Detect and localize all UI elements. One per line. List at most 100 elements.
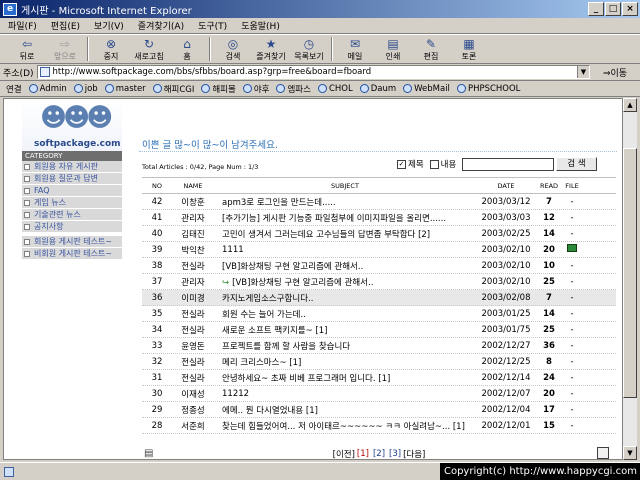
table-row[interactable]: 30 이재성 11212 2002/12/07 20 - bbox=[142, 386, 616, 402]
row-subject[interactable]: [VB]화상채팅 구현 알고리즘에 관해서.. bbox=[214, 260, 476, 272]
row-subject[interactable]: ↪ [VB]화상채팅 구현 알고리즘에 관해서.. bbox=[214, 276, 476, 288]
row-subject[interactable]: 회원 수는 늘어 가는데.. bbox=[214, 308, 476, 320]
go-button[interactable]: ⇒이동 bbox=[590, 66, 640, 79]
link-1[interactable]: job bbox=[73, 84, 98, 94]
row-subject[interactable]: 새로운 소프트 팩키지를~ [1] bbox=[214, 324, 476, 336]
category-item[interactable]: 공지사항 bbox=[22, 221, 122, 233]
table-row[interactable]: 42 이창훈 apm3로 로그인을 만드는데..... 2003/03/12 7 - bbox=[142, 194, 616, 210]
scroll-down-icon[interactable]: ▼ bbox=[623, 446, 637, 460]
discuss-button[interactable]: ▦ 토론 bbox=[450, 37, 488, 62]
row-name[interactable]: 정종성 bbox=[172, 404, 214, 416]
link-6[interactable]: 엠파스 bbox=[276, 83, 311, 95]
close-button[interactable]: × bbox=[622, 2, 638, 16]
file-attachment-icon[interactable] bbox=[567, 244, 577, 252]
minimize-button[interactable]: _ bbox=[588, 2, 604, 16]
edit-button[interactable]: ✎ 편집 bbox=[412, 37, 450, 62]
print-button[interactable]: ▤ 인쇄 bbox=[374, 37, 412, 62]
row-subject[interactable]: 1111 bbox=[214, 245, 476, 255]
row-subject[interactable]: [추가기능] 게시판 기능중 파일첨부에 이미지파일을 올리면...... bbox=[214, 212, 476, 224]
history-button[interactable]: ◷ 목록보기 bbox=[290, 37, 328, 62]
table-row[interactable]: 32 전실라 메리 크리스마스~ [1] 2002/12/25 8 - bbox=[142, 354, 616, 370]
row-name[interactable]: 전실라 bbox=[172, 260, 214, 272]
table-row[interactable]: 31 전실라 안녕하세요~ 초짜 비베 프로그래머 입니다. [1] 2002/12/… bbox=[142, 370, 616, 386]
category-item[interactable]: 회원용 게시판 테스트~ bbox=[22, 236, 122, 248]
row-name[interactable]: 이미경 bbox=[172, 292, 214, 304]
scroll-up-icon[interactable]: ▲ bbox=[623, 98, 637, 112]
forward-button[interactable]: ⇨ 앞으로 bbox=[46, 37, 84, 62]
address-dropdown-icon[interactable]: ▼ bbox=[577, 66, 589, 78]
menu-view[interactable]: 보기(V) bbox=[94, 19, 124, 32]
row-name[interactable]: 이창훈 bbox=[172, 196, 214, 208]
link-0[interactable]: Admin bbox=[28, 84, 67, 94]
vertical-scrollbar[interactable]: ▲ ▼ bbox=[623, 98, 637, 460]
mail-button[interactable]: ✉ 메일 bbox=[336, 37, 374, 62]
row-name[interactable]: 전실라 bbox=[172, 308, 214, 320]
category-item[interactable]: 회원용 질문과 답변 bbox=[22, 173, 122, 185]
category-item[interactable]: 기술관련 뉴스 bbox=[22, 209, 122, 221]
table-row[interactable]: 41 관리자 [추가기능] 게시판 기능중 파일첨부에 이미지파일을 올리면....… bbox=[142, 210, 616, 226]
favorites-button[interactable]: ★ 즐겨찾기 bbox=[252, 37, 290, 62]
table-row[interactable]: 35 전실라 회원 수는 늘어 가는데.. 2003/01/25 14 - bbox=[142, 306, 616, 322]
pager-prev[interactable]: [이전] bbox=[333, 448, 355, 459]
category-item[interactable]: FAQ bbox=[22, 185, 122, 197]
link-2[interactable]: master bbox=[104, 84, 146, 94]
refresh-button[interactable]: ↻ 새로고침 bbox=[130, 37, 168, 62]
link-5[interactable]: 야후 bbox=[242, 83, 269, 95]
pager-next[interactable]: [다음] bbox=[403, 448, 425, 459]
table-row[interactable]: 37 관리자 ↪ [VB]화상채팅 구현 알고리즘에 관해서.. 2003/02/10 2… bbox=[142, 274, 616, 290]
pager-page-3[interactable]: [3] bbox=[389, 449, 401, 459]
row-name[interactable]: 전실라 bbox=[172, 324, 214, 336]
back-button[interactable]: ⇦ 뒤로 bbox=[8, 37, 46, 62]
menu-tools[interactable]: 도구(T) bbox=[198, 19, 227, 32]
table-row[interactable]: 29 정종성 에메.. 뭔 다시열었내용 [1] 2002/12/04 17 - bbox=[142, 402, 616, 418]
row-subject[interactable]: 11212 bbox=[214, 389, 476, 399]
row-name[interactable]: 윤영돈 bbox=[172, 340, 214, 352]
table-row[interactable]: 40 김태진 고민이 생겨서 그러는데요 고수님들의 답변좀 부탁합다 [2] 200… bbox=[142, 226, 616, 242]
category-item[interactable]: 비회원 게시판 테스트~ bbox=[22, 248, 122, 260]
table-row[interactable]: 33 윤영돈 프로젝트를 함께 할 사람을 찾습니다 2002/12/27 36 - bbox=[142, 338, 616, 354]
search-button[interactable]: ◎ 검색 bbox=[214, 37, 252, 62]
site-logo[interactable]: ☻☻☻ softpackage.com bbox=[22, 99, 122, 151]
search-input[interactable] bbox=[462, 157, 555, 171]
link-4[interactable]: 해피몰 bbox=[201, 83, 236, 95]
row-subject[interactable]: 안녕하세요~ 초짜 비베 프로그래머 입니다. [1] bbox=[214, 372, 476, 384]
row-name[interactable]: 관리자 bbox=[172, 212, 214, 224]
row-name[interactable]: 이재성 bbox=[172, 388, 214, 400]
link-10[interactable]: PHPSCHOOL bbox=[456, 84, 520, 94]
maximize-button[interactable]: □ bbox=[605, 2, 621, 16]
row-name[interactable]: 관리자 bbox=[172, 276, 214, 288]
search-button[interactable]: 검 색 bbox=[556, 157, 597, 171]
table-row[interactable]: 28 서준희 찾는데 힘들었어여... 저 아이태르~~~~~~ ㅋㅋ 아실려남~.… bbox=[142, 418, 616, 434]
table-row[interactable]: 34 전실라 새로운 소프트 팩키지를~ [1] 2003/01/75 25 - bbox=[142, 322, 616, 338]
row-subject[interactable]: 고민이 생겨서 그러는데요 고수님들의 답변좀 부탁합다 [2] bbox=[214, 228, 476, 240]
home-button[interactable]: ⌂ 홈 bbox=[168, 37, 206, 62]
pager-page-1[interactable]: [1] bbox=[357, 449, 369, 459]
link-7[interactable]: CHOL bbox=[317, 84, 353, 94]
category-item[interactable]: 회원용 자유 게시판 bbox=[22, 161, 122, 173]
table-row[interactable]: 36 이미경 카지노게임소스구합니다.. 2003/02/08 7 - bbox=[142, 290, 616, 306]
table-row[interactable]: 39 박익찬 1111 2003/02/10 20 bbox=[142, 242, 616, 258]
row-subject[interactable]: 메리 크리스마스~ [1] bbox=[214, 356, 476, 368]
row-subject[interactable]: 에메.. 뭔 다시열었내용 [1] bbox=[214, 404, 476, 416]
link-9[interactable]: WebMail bbox=[403, 84, 450, 94]
link-3[interactable]: 해피CGI bbox=[152, 83, 194, 95]
row-name[interactable]: 전실라 bbox=[172, 372, 214, 384]
row-name[interactable]: 서준희 bbox=[172, 420, 214, 432]
row-name[interactable]: 김태진 bbox=[172, 228, 214, 240]
stop-button[interactable]: ⊗ 중지 bbox=[92, 37, 130, 62]
row-subject[interactable]: apm3로 로그인을 만드는데..... bbox=[214, 196, 476, 208]
pager-page-2[interactable]: [2] bbox=[373, 449, 385, 459]
row-name[interactable]: 전실라 bbox=[172, 356, 214, 368]
write-icon[interactable] bbox=[597, 447, 609, 459]
menu-favorites[interactable]: 즐겨찾기(A) bbox=[138, 19, 184, 32]
menu-file[interactable]: 파일(F) bbox=[8, 19, 37, 32]
table-row[interactable]: 38 전실라 [VB]화상채팅 구현 알고리즘에 관해서.. 2003/02/10 10… bbox=[142, 258, 616, 274]
content-checkbox[interactable] bbox=[429, 159, 439, 169]
menu-edit[interactable]: 편집(E) bbox=[51, 19, 80, 32]
row-name[interactable]: 박익찬 bbox=[172, 244, 214, 256]
scroll-thumb[interactable] bbox=[623, 148, 637, 398]
row-subject[interactable]: 카지노게임소스구합니다.. bbox=[214, 292, 476, 304]
category-item[interactable]: 게임 뉴스 bbox=[22, 197, 122, 209]
address-input[interactable]: http://www.softpackage.com/bbs/sfbbs/boa… bbox=[36, 65, 590, 79]
row-subject[interactable]: 찾는데 힘들었어여... 저 아이태르~~~~~~ ㅋㅋ 아실려남~... [1… bbox=[214, 420, 476, 432]
